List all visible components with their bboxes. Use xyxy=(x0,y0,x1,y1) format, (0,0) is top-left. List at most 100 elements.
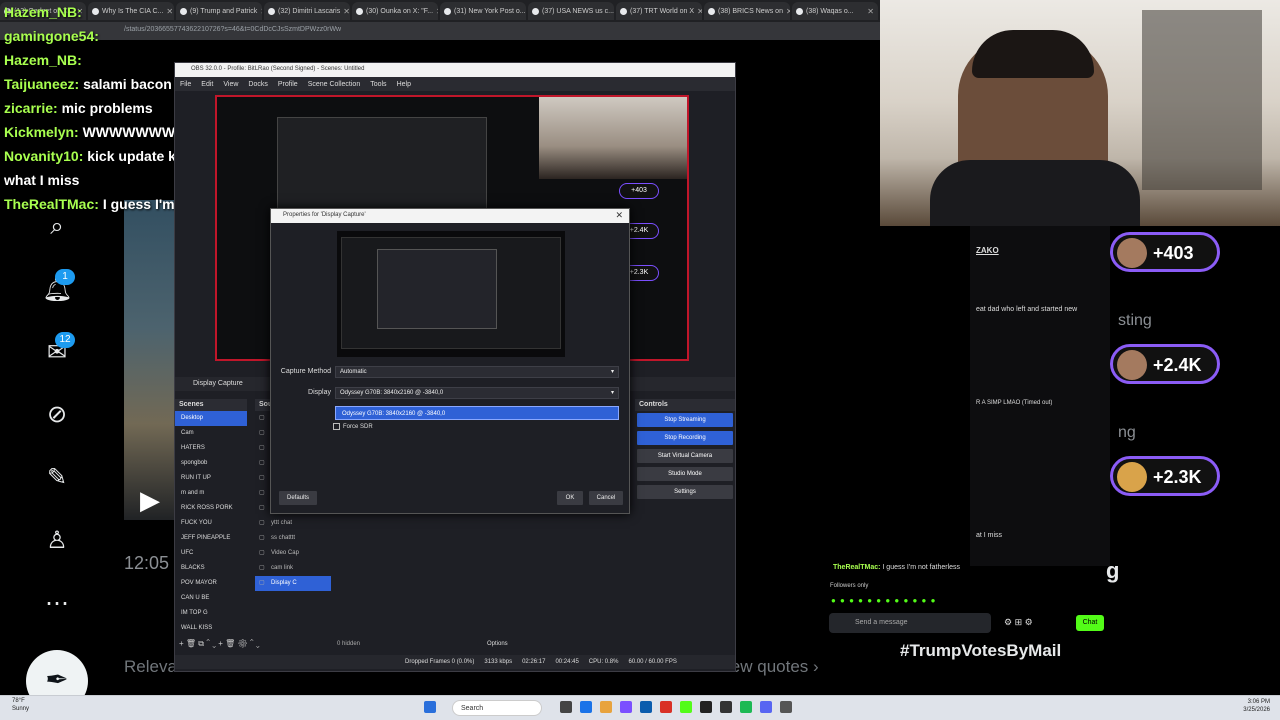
start-icon[interactable] xyxy=(424,701,436,713)
control-button[interactable]: Stop Streaming xyxy=(637,413,733,427)
control-button[interactable]: Settings xyxy=(637,485,733,499)
scene-item[interactable]: POV MAYOR xyxy=(175,576,247,591)
browser-tab[interactable]: (32) Dimitri Lascaris ✕ xyxy=(264,2,350,20)
close-icon[interactable]: ✕ xyxy=(786,7,790,16)
discord-icon[interactable] xyxy=(760,701,772,713)
browser-tab[interactable]: (37) TRT World on X ✕ xyxy=(616,2,702,20)
edge-icon[interactable] xyxy=(580,701,592,713)
more-icon[interactable]: ⋯ xyxy=(42,589,72,619)
chat-username[interactable]: TheRealTMac: xyxy=(4,196,99,212)
chat-username[interactable]: TheRealTMac: xyxy=(833,564,880,571)
close-icon[interactable]: ✕ xyxy=(436,7,438,16)
app-icon[interactable] xyxy=(780,701,792,713)
obs-menu-item[interactable]: Scene Collection xyxy=(308,81,361,88)
obs-title: OBS 32.0.0 - Profile: BitLRao (Second Si… xyxy=(175,63,735,77)
obs-menu-item[interactable]: Help xyxy=(397,81,411,88)
search-icon[interactable]: ⌕ xyxy=(42,212,72,242)
obs-menu-item[interactable]: Profile xyxy=(278,81,298,88)
scene-item[interactable]: CAN U BE xyxy=(175,591,247,606)
capture-method-select[interactable]: Automatic ▾ xyxy=(335,366,619,378)
streamer-hair xyxy=(972,30,1094,78)
scene-item[interactable]: Desktop xyxy=(175,411,247,426)
taskbar-search[interactable]: Search xyxy=(452,700,542,716)
chat-username[interactable]: Hazem_NB: xyxy=(4,52,82,68)
weather-temp: 78°F xyxy=(12,698,25,704)
display-label: Display xyxy=(308,389,331,396)
chat-send-button[interactable]: Chat xyxy=(1076,615,1104,631)
control-button[interactable]: Studio Mode xyxy=(637,467,733,481)
chat-username[interactable]: Kickmelyn: xyxy=(4,124,79,140)
options-button[interactable]: Options xyxy=(487,641,508,647)
scene-item[interactable]: spongbob xyxy=(175,456,247,471)
chat-input[interactable]: Send a message xyxy=(829,613,991,633)
kick-icon[interactable] xyxy=(680,701,692,713)
chat-username[interactable]: Hazem_NB: xyxy=(4,4,82,20)
browser-tab[interactable]: (31) New York Post o...✕ xyxy=(440,2,526,20)
chrome-icon[interactable] xyxy=(660,701,672,713)
mail-badge: 12 xyxy=(55,332,75,348)
scene-item[interactable]: JEFF PINEAPPLE xyxy=(175,531,247,546)
scene-item[interactable]: Cam xyxy=(175,426,247,441)
scene-item[interactable]: RUN IT UP xyxy=(175,471,247,486)
app-icon[interactable] xyxy=(720,701,732,713)
chat-username[interactable]: gamingone54: xyxy=(4,28,99,44)
grok-icon[interactable]: ⊘ xyxy=(42,400,72,430)
weather-widget[interactable]: 78°F Sunny xyxy=(12,697,29,713)
taskview-icon[interactable] xyxy=(560,701,572,713)
follower-badge: +2.3K xyxy=(1110,456,1220,496)
obs-menu-item[interactable]: Docks xyxy=(248,81,267,88)
source-item[interactable]: Video Cap xyxy=(255,546,331,561)
obs-menu-item[interactable]: Tools xyxy=(370,81,386,88)
trending-hashtag[interactable]: #TrumpVotesByMail xyxy=(900,641,1061,661)
close-icon[interactable]: ✕ xyxy=(697,7,702,16)
scene-item[interactable]: BLACKS xyxy=(175,561,247,576)
chat-username[interactable]: Novanity10: xyxy=(4,148,83,164)
scene-item[interactable]: FUCK YOU xyxy=(175,516,247,531)
dock-toolbar[interactable]: + 🗑 ⧉ ⌃ ⌄ + 🗑 ⚙ ⌃ ⌄ xyxy=(175,639,335,653)
source-item[interactable]: yttt chat xyxy=(255,516,331,531)
store-icon[interactable] xyxy=(640,701,652,713)
source-item[interactable]: ss chatttt xyxy=(255,531,331,546)
chat-tools-icon[interactable]: ⚙ ⊞ ⚙ xyxy=(1004,617,1033,628)
chat-username[interactable]: Taijuaneez: xyxy=(4,76,79,92)
force-sdr-label: Force SDR xyxy=(343,424,373,431)
scene-item[interactable]: IM TOP G xyxy=(175,606,247,621)
source-item[interactable]: Display C xyxy=(255,576,331,591)
close-icon[interactable]: ✕ xyxy=(615,210,623,221)
play-icon[interactable]: ▶ xyxy=(140,485,160,516)
spotify-icon[interactable] xyxy=(740,701,752,713)
chat-panel-header[interactable]: ZAKO xyxy=(976,246,999,255)
obs-icon[interactable] xyxy=(700,701,712,713)
obs-menu-item[interactable]: Edit xyxy=(201,81,213,88)
scene-item[interactable]: m and m xyxy=(175,486,247,501)
browser-tab[interactable]: (38) BRICS News on ✕ xyxy=(704,2,790,20)
browser-tab[interactable]: (30) Ounka on X: "F...✕ xyxy=(352,2,438,20)
app-icon[interactable] xyxy=(620,701,632,713)
close-icon[interactable]: ✕ xyxy=(343,7,350,16)
explorer-icon[interactable] xyxy=(600,701,612,713)
ok-button[interactable]: OK xyxy=(557,491,583,505)
obs-menu-item[interactable]: File xyxy=(180,81,191,88)
scene-item[interactable]: WALL KISS xyxy=(175,621,247,636)
defaults-button[interactable]: Defaults xyxy=(279,491,317,505)
notes-icon[interactable]: ✎ xyxy=(42,463,72,493)
source-item[interactable]: cam link xyxy=(255,561,331,576)
cancel-button[interactable]: Cancel xyxy=(589,491,623,505)
profile-icon[interactable]: ♙ xyxy=(42,526,72,556)
close-icon[interactable]: ✕ xyxy=(867,7,874,16)
clock[interactable]: 3:06 PM 3/25/2026 xyxy=(1222,698,1270,714)
scene-item[interactable]: RICK ROSS PORK xyxy=(175,501,247,516)
control-button[interactable]: Stop Recording xyxy=(637,431,733,445)
control-button[interactable]: Start Virtual Camera xyxy=(637,449,733,463)
obs-menu-item[interactable]: View xyxy=(223,81,238,88)
scene-item[interactable]: HATERS xyxy=(175,441,247,456)
checkbox[interactable] xyxy=(333,423,340,430)
scene-item[interactable]: UFC xyxy=(175,546,247,561)
browser-tab[interactable]: (38) Waqas o... ✕ xyxy=(792,2,878,20)
display-option[interactable]: Odyssey G70B: 3840x2160 @ -3840,0 xyxy=(335,406,619,420)
force-sdr-checkbox[interactable]: Force SDR xyxy=(333,423,373,430)
display-select[interactable]: Odyssey G70B: 3840x2160 @ -3840,0 ▾ xyxy=(335,387,619,399)
chat-username[interactable]: zicarrie: xyxy=(4,100,58,116)
emote-bar[interactable]: ● ● ● ● ● ● ● ● ● ● ● ● xyxy=(831,596,936,605)
browser-tab[interactable]: (37) USA NEWS us c...✕ xyxy=(528,2,614,20)
